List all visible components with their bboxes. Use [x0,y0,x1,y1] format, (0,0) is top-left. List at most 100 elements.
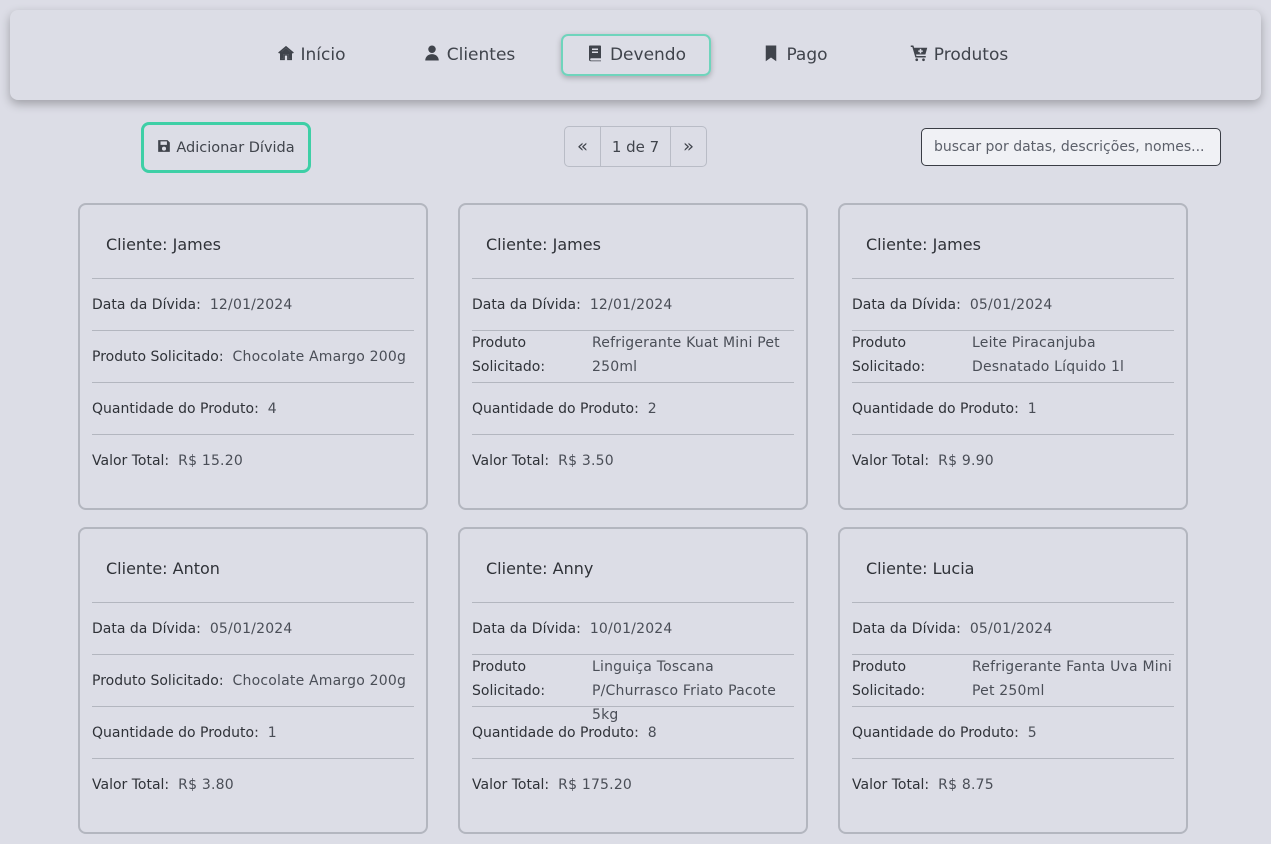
debt-date-label: Data da Dívida: [472,620,581,637]
quantity-label: Quantidade do Produto: [852,724,1019,741]
client-name: James [932,235,981,254]
search-input[interactable] [921,128,1221,166]
debt-date-row: Data da Dívida: 05/01/2024 [852,602,1174,654]
total-value: R$ 9.90 [938,452,994,469]
card-client-title: Cliente: Anny [486,559,593,578]
user-icon [423,44,441,67]
quantity-label: Quantidade do Produto: [92,724,259,741]
total-label: Valor Total: [472,776,550,793]
total-value: R$ 3.80 [178,776,234,793]
page-indicator: 1 de 7 [611,137,660,156]
nav-item-produtos[interactable]: Produtos [903,34,1015,76]
debt-card[interactable]: Cliente: James Data da Dívida: 05/01/2024 P… [838,203,1188,510]
quantity-row: Quantidade do Produto: 2 [472,382,794,434]
client-name: James [172,235,221,254]
product-label: Produto Solicitado: [472,659,546,699]
book-icon [586,44,604,67]
quantity-label: Quantidade do Produto: [852,400,1019,417]
total-label: Valor Total: [852,452,930,469]
debt-date-row: Data da Dívida: 12/01/2024 [92,278,414,330]
client-name: Lucia [932,559,975,578]
quantity-row: Quantidade do Produto: 5 [852,706,1174,758]
total-label: Valor Total: [92,452,170,469]
nav-item-pago[interactable]: Pago [758,34,832,76]
bookmark-icon [762,44,780,67]
debt-card[interactable]: Cliente: Anny Data da Dívida: 10/01/2024 Pr… [458,527,808,834]
debt-card[interactable]: Cliente: Anton Data da Dívida: 05/01/2024 P… [78,527,428,834]
debt-date-value: 05/01/2024 [969,620,1053,637]
quantity-row: Quantidade do Produto: 8 [472,706,794,758]
product-row: Produto Solicitado: Refrigerante Fanta Uv… [852,654,1174,706]
product-label: Produto Solicitado: [472,335,546,375]
product-row: Produto Solicitado: Linguiça Toscana P/Ch… [472,654,794,723]
quantity-row: Quantidade do Produto: 1 [852,382,1174,434]
quantity-row: Quantidade do Produto: 4 [92,382,414,434]
nav-item-label: Produtos [933,45,1009,65]
card-client-title: Cliente: James [486,235,601,254]
total-label: Valor Total: [852,776,930,793]
debt-card[interactable]: Cliente: James Data da Dívida: 12/01/2024 P… [458,203,808,510]
quantity-label: Quantidade do Produto: [472,400,639,417]
product-row: Produto Solicitado: Refrigerante Kuat Min… [472,330,794,382]
debt-card[interactable]: Cliente: Lucia Data da Dívida: 05/01/2024 P… [838,527,1188,834]
debt-card[interactable]: Cliente: James Data da Dívida: 12/01/2024 P… [78,203,428,510]
client-label: Cliente: [486,559,548,578]
nav-item-inicio[interactable]: Início [265,34,357,76]
debt-date-label: Data da Dívida: [472,296,581,313]
total-row: Valor Total: R$ 3.50 [472,434,794,486]
total-value: R$ 15.20 [178,452,243,469]
total-value: R$ 3.50 [558,452,614,469]
nav-item-label: Devendo [609,45,687,65]
product-label: Produto Solicitado: [92,672,224,689]
product-row: Produto Solicitado: Leite Piracanjuba Des… [852,330,1174,382]
quantity-value: 4 [267,400,277,417]
debt-date-row: Data da Dívida: 05/01/2024 [92,602,414,654]
quantity-value: 1 [267,724,277,741]
product-value: Refrigerante Fanta Uva Mini Pet 250ml [972,659,1172,699]
nav-item-label: Clientes [446,45,516,65]
client-label: Cliente: [106,559,168,578]
total-label: Valor Total: [472,452,550,469]
debt-date-row: Data da Dívida: 05/01/2024 [852,278,1174,330]
total-label: Valor Total: [92,776,170,793]
total-row: Valor Total: R$ 175.20 [472,758,794,810]
quantity-value: 2 [647,400,657,417]
total-row: Valor Total: R$ 15.20 [92,434,414,486]
product-value: Chocolate Amargo 200g [232,348,407,365]
debt-date-value: 12/01/2024 [589,296,673,313]
client-name: Anton [172,559,220,578]
card-client-title: Cliente: Anton [106,559,220,578]
nav-item-clientes[interactable]: Clientes [414,34,524,76]
debt-date-value: 10/01/2024 [589,620,673,637]
product-value: Refrigerante Kuat Mini Pet 250ml [592,335,780,375]
previous-page-button[interactable]: « [565,127,601,166]
quantity-value: 5 [1027,724,1037,741]
next-page-button[interactable]: » [670,127,706,166]
debt-date-label: Data da Dívida: [852,620,961,637]
quantity-value: 8 [647,724,657,741]
quantity-label: Quantidade do Produto: [472,724,639,741]
debt-date-label: Data da Dívida: [92,620,201,637]
product-label: Produto Solicitado: [92,348,224,365]
nav-item-label: Pago [786,45,828,65]
nav-item-devendo[interactable]: Devendo [561,34,711,76]
product-value: Chocolate Amargo 200g [232,672,407,689]
client-label: Cliente: [866,559,928,578]
client-name: James [552,235,601,254]
debt-date-row: Data da Dívida: 12/01/2024 [472,278,794,330]
product-label: Produto Solicitado: [852,659,926,699]
debt-date-value: 12/01/2024 [209,296,293,313]
product-value: Leite Piracanjuba Desnatado Líquido 1l [972,335,1125,375]
client-label: Cliente: [866,235,928,254]
total-row: Valor Total: R$ 8.75 [852,758,1174,810]
product-row: Produto Solicitado: Chocolate Amargo 200g [92,654,414,706]
debt-date-value: 05/01/2024 [969,296,1053,313]
nav-item-label: Início [300,45,346,65]
add-debt-button[interactable]: Adicionar Dívida [141,122,311,173]
client-label: Cliente: [486,235,548,254]
cart-plus-icon [910,44,928,67]
top-navbar: Início Clientes Devendo Pago Produtos [10,10,1261,100]
home-icon [277,44,295,67]
debt-date-label: Data da Dívida: [92,296,201,313]
pagination: « 1 de 7 » [564,126,707,167]
